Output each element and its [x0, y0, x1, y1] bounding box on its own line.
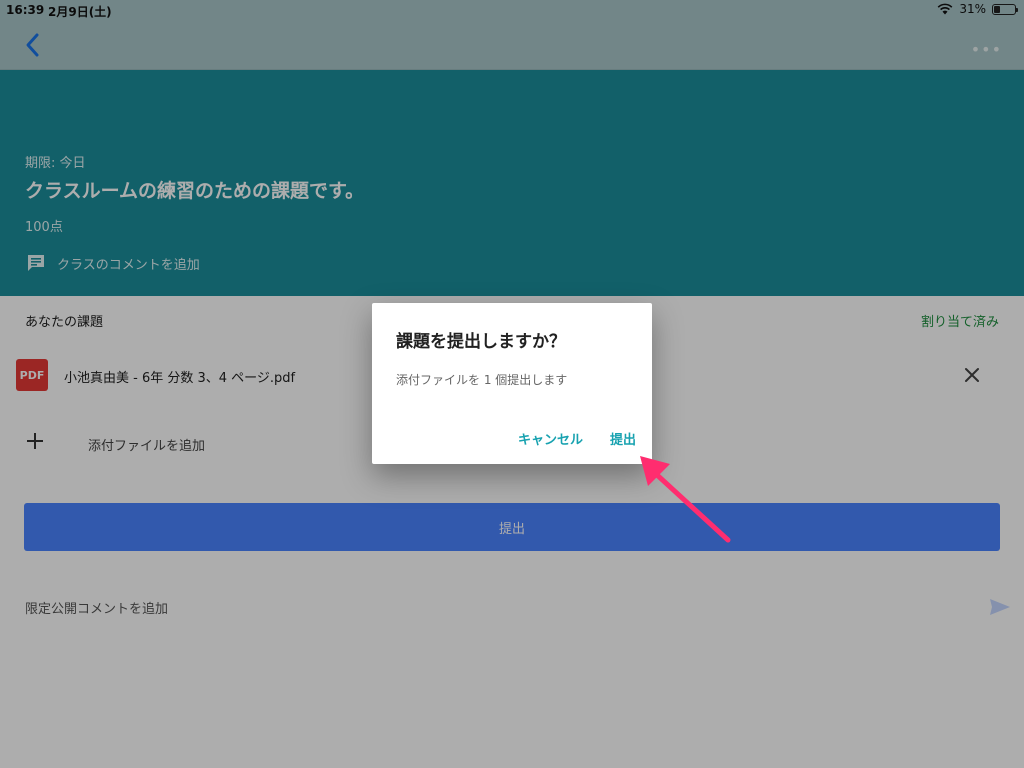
dialog-cancel-button[interactable]: キャンセル: [518, 429, 583, 448]
dialog-message: 添付ファイルを 1 個提出します: [396, 373, 568, 387]
submit-confirm-dialog: 課題を提出しますか？ 添付ファイルを 1 個提出します キャンセル 提出: [372, 303, 652, 464]
annotation-arrow-icon: [640, 456, 731, 543]
dialog-title: 課題を提出しますか？: [396, 332, 566, 352]
